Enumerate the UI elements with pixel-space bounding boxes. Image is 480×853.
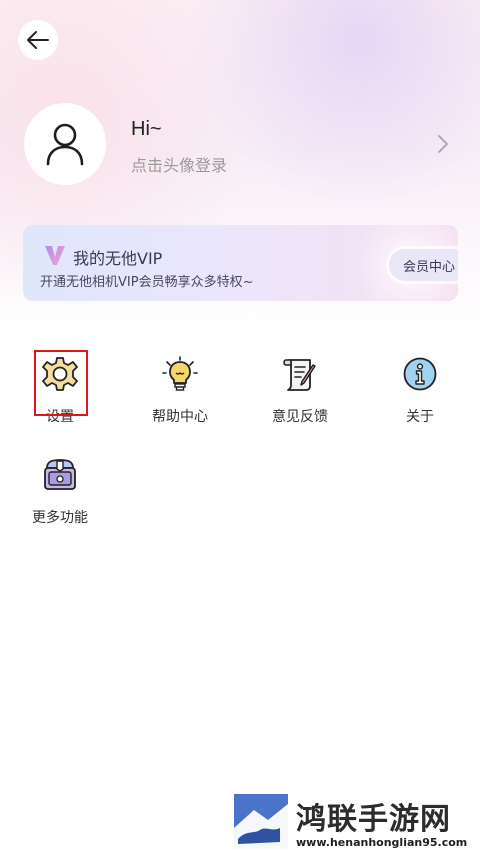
back-button[interactable]	[18, 20, 58, 60]
watermark-url: www.henanhonglian95.com	[296, 836, 468, 849]
vip-title: 我的无他VIP	[73, 249, 163, 268]
user-outline-icon	[46, 123, 84, 166]
arrow-left-icon	[27, 31, 49, 49]
watermark-logo	[234, 794, 288, 849]
menu-item-label: 关于	[406, 409, 434, 425]
feedback-scroll-icon	[283, 359, 316, 391]
treasure-box-icon	[44, 459, 76, 490]
profile-chevron[interactable]	[436, 133, 450, 159]
vip-card[interactable]: 我的无他VIP 开通无他相机VIP会员畅享众多特权~ 会员中心	[23, 225, 458, 301]
info-icon	[403, 357, 437, 391]
settings-highlight-box	[34, 350, 88, 416]
chevron-right-icon	[438, 135, 448, 153]
watermark: 鸿联手游网 www.henanhonglian95.com	[234, 794, 480, 853]
v-logo-icon	[45, 246, 65, 265]
member-center-button[interactable]: 会员中心	[389, 249, 458, 281]
menu-item-feedback[interactable]: 意见反馈	[250, 356, 350, 436]
menu-item-about[interactable]: 关于	[370, 356, 470, 436]
menu-item-label: 意见反馈	[272, 409, 328, 425]
menu-item-help-center[interactable]: 帮助中心	[130, 356, 230, 436]
lightbulb-icon	[162, 356, 198, 391]
greeting-text: Hi~	[131, 118, 162, 140]
vip-subtitle: 开通无他相机VIP会员畅享众多特权~	[40, 275, 254, 290]
login-hint[interactable]: 点击头像登录	[131, 152, 227, 176]
watermark-title: 鸿联手游网	[296, 802, 451, 837]
menu-item-more-features[interactable]: 更多功能	[10, 457, 110, 537]
avatar[interactable]	[24, 103, 106, 185]
menu-item-label: 帮助中心	[152, 409, 208, 425]
menu-item-label: 更多功能	[32, 510, 88, 526]
